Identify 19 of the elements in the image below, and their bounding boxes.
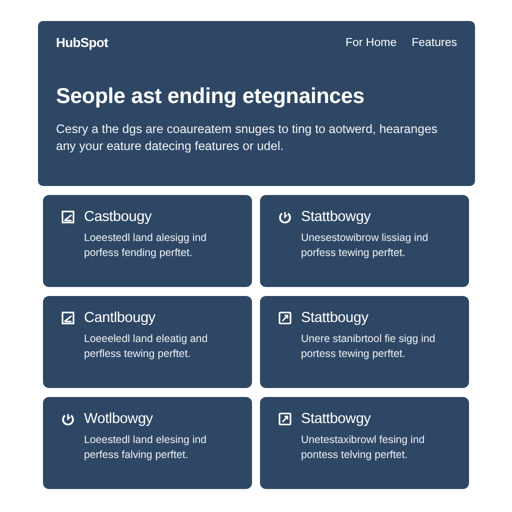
- edit-icon: [61, 311, 75, 325]
- card-title: Castbougy: [84, 209, 152, 225]
- card-text: Unetestaxibrowl fesing ind pontess telving perftet.: [301, 433, 426, 463]
- nav-link[interactable]: For Home: [345, 36, 397, 48]
- card-text: Loeestedl land elesing ind perfess falving perftet.: [84, 433, 208, 463]
- card-text: Unere stanibrtool fie sigg ind portess tewing perftet.: [301, 332, 436, 362]
- hero-text: Cesry a the dgs are coaureatem snuges to ting to aotwerd, hearanges any your eature datecing features or udel.: [56, 121, 438, 155]
- hero-title: Seople ast ending etegnainces: [56, 84, 366, 109]
- card-text: Loeestedl land alesigg ind porfess fending perftet.: [84, 231, 208, 261]
- nav-link[interactable]: Features: [412, 36, 457, 48]
- card-title: Cantlbougy: [84, 310, 156, 326]
- card-title: Stattbowgy: [301, 209, 371, 225]
- card-text: Loeeeledl land eleatig and perfless tewing perftet.: [84, 332, 209, 362]
- edit-icon: [61, 210, 75, 224]
- card-title: Wotlbowgy: [84, 411, 153, 427]
- card-title: Stattbougy: [301, 310, 368, 326]
- logo[interactable]: HubSpot: [56, 35, 108, 50]
- card-title: Stattbowgy: [301, 411, 371, 427]
- card-text: Unesestowibrow lissiag ind porfess tewing perftet.: [301, 231, 430, 261]
